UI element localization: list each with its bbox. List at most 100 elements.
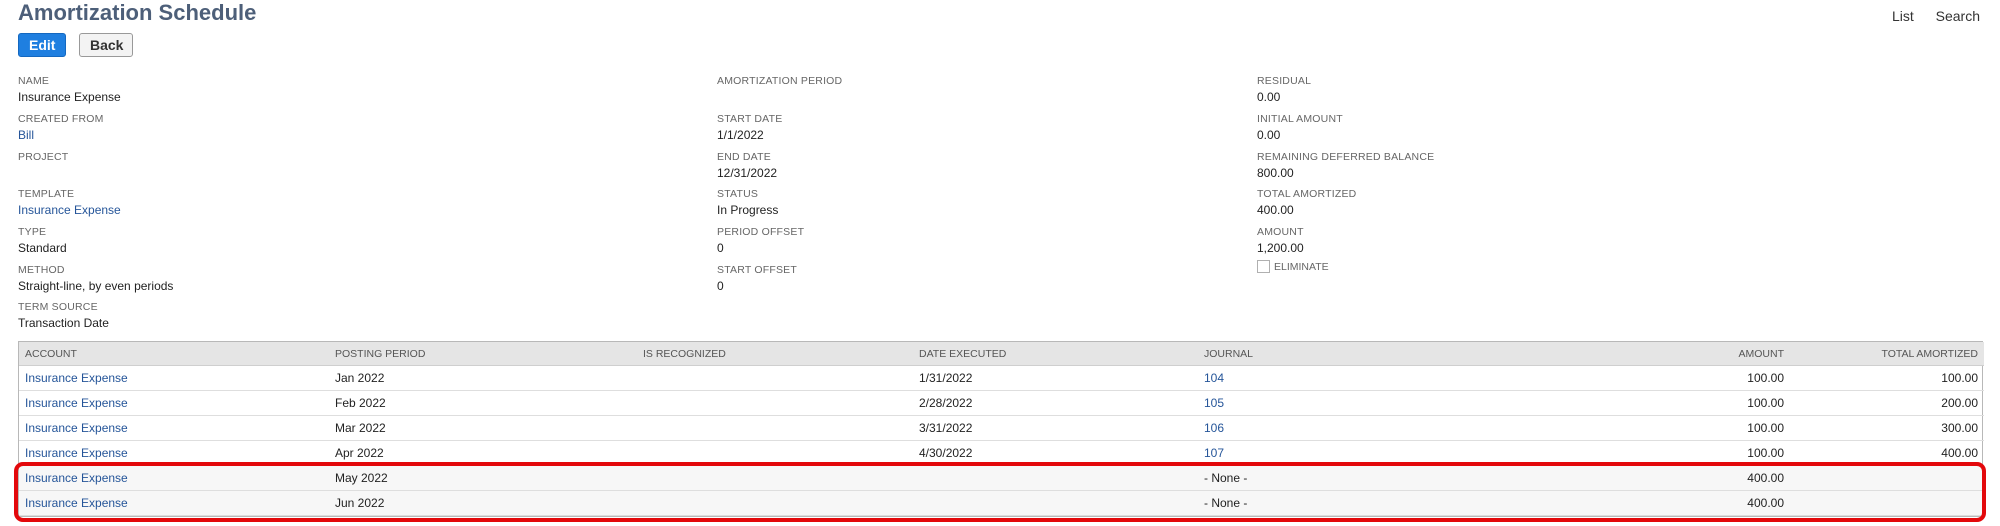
- posting-period-cell: Mar 2022: [329, 415, 637, 441]
- table-row: Insurance Expense May 2022 - None - 400.…: [19, 465, 1984, 491]
- list-link[interactable]: List: [1892, 8, 1914, 24]
- account-link[interactable]: Insurance Expense: [19, 465, 329, 491]
- account-link[interactable]: Insurance Expense: [19, 365, 329, 391]
- field-label: METHOD: [18, 264, 65, 276]
- field-value: 0: [717, 279, 724, 293]
- field-label: START OFFSET: [717, 264, 797, 276]
- account-link[interactable]: Insurance Expense: [19, 390, 329, 416]
- col-header-total-amortized[interactable]: TOTAL AMORTIZED: [1790, 342, 1984, 366]
- eliminate-checkbox[interactable]: [1257, 260, 1270, 273]
- field-label: END DATE: [717, 151, 771, 163]
- amount-cell: 100.00: [1598, 440, 1790, 466]
- col-header-is-recognized[interactable]: IS RECOGNIZED: [637, 342, 913, 366]
- field-label: RESIDUAL: [1257, 75, 1312, 87]
- field-value: 1/1/2022: [717, 128, 764, 142]
- amount-cell: 400.00: [1598, 490, 1790, 516]
- field-label: START DATE: [717, 113, 783, 125]
- field-label: PROJECT: [18, 151, 69, 163]
- total-amortized-cell: 100.00: [1790, 365, 1984, 391]
- journal-cell: - None -: [1198, 465, 1598, 491]
- posting-period-cell: Feb 2022: [329, 390, 637, 416]
- field-start-date: START DATE 1/1/2022: [717, 113, 782, 142]
- amount-cell: 100.00: [1598, 365, 1790, 391]
- field-template: TEMPLATE Insurance Expense: [18, 188, 121, 217]
- field-project: PROJECT: [18, 151, 68, 166]
- account-link[interactable]: Insurance Expense: [19, 490, 329, 516]
- field-label: REMAINING DEFERRED BALANCE: [1257, 151, 1435, 163]
- posting-period-cell: Jan 2022: [329, 365, 637, 391]
- posting-period-cell: Jun 2022: [329, 490, 637, 516]
- eliminate-label: ELIMINATE: [1274, 260, 1329, 273]
- date-executed-cell: [913, 490, 1198, 516]
- field-label: INITIAL AMOUNT: [1257, 113, 1343, 125]
- field-end-date: END DATE 12/31/2022: [717, 151, 777, 180]
- page-title: Amortization Schedule: [18, 0, 257, 25]
- is-recognized-cell: [637, 490, 913, 516]
- total-amortized-cell: 300.00: [1790, 415, 1984, 441]
- journal-link[interactable]: 106: [1198, 415, 1598, 441]
- field-value: 0: [717, 241, 724, 255]
- field-method: METHOD Straight-line, by even periods: [18, 264, 173, 293]
- field-value: Standard: [18, 241, 67, 255]
- col-header-posting-period[interactable]: POSTING PERIOD: [329, 342, 637, 366]
- field-remaining-deferred-balance: REMAINING DEFERRED BALANCE 800.00: [1257, 151, 1434, 180]
- field-value: Insurance Expense: [18, 90, 121, 104]
- field-label: NAME: [18, 75, 50, 87]
- date-executed-cell: 1/31/2022: [913, 365, 1198, 391]
- field-label: TERM SOURCE: [18, 301, 98, 313]
- is-recognized-cell: [637, 465, 913, 491]
- journal-link[interactable]: 107: [1198, 440, 1598, 466]
- field-period-offset: PERIOD OFFSET 0: [717, 226, 804, 255]
- field-label: CREATED FROM: [18, 113, 104, 125]
- amortization-lines-table: ACCOUNT POSTING PERIOD IS RECOGNIZED DAT…: [18, 341, 1984, 517]
- field-status: STATUS In Progress: [717, 188, 778, 217]
- date-executed-cell: 4/30/2022: [913, 440, 1198, 466]
- account-link[interactable]: Insurance Expense: [19, 440, 329, 466]
- field-label: PERIOD OFFSET: [717, 226, 805, 238]
- account-link[interactable]: Insurance Expense: [19, 415, 329, 441]
- field-label: AMORTIZATION PERIOD: [717, 75, 843, 87]
- journal-link[interactable]: 104: [1198, 365, 1598, 391]
- created-from-link[interactable]: Bill: [18, 128, 104, 142]
- field-created-from: CREATED FROM Bill: [18, 113, 104, 142]
- table-row: Insurance Expense Jan 2022 1/31/2022 104…: [19, 365, 1984, 391]
- field-residual: RESIDUAL 0.00: [1257, 75, 1311, 104]
- template-link[interactable]: Insurance Expense: [18, 203, 121, 217]
- journal-cell: - None -: [1198, 490, 1598, 516]
- field-label: TYPE: [18, 226, 47, 238]
- field-label: TOTAL AMORTIZED: [1257, 188, 1357, 200]
- field-value: Transaction Date: [18, 316, 109, 330]
- amount-cell: 400.00: [1598, 465, 1790, 491]
- field-value: 800.00: [1257, 166, 1294, 180]
- date-executed-cell: 3/31/2022: [913, 415, 1198, 441]
- date-executed-cell: 2/28/2022: [913, 390, 1198, 416]
- amount-cell: 100.00: [1598, 415, 1790, 441]
- col-header-date-executed[interactable]: DATE EXECUTED: [913, 342, 1198, 366]
- field-type: TYPE Standard: [18, 226, 67, 255]
- is-recognized-cell: [637, 440, 913, 466]
- table-row: Insurance Expense Feb 2022 2/28/2022 105…: [19, 390, 1984, 416]
- col-header-account[interactable]: ACCOUNT: [19, 342, 329, 366]
- search-link[interactable]: Search: [1936, 8, 1980, 24]
- field-label: TEMPLATE: [18, 188, 75, 200]
- field-value: 1,200.00: [1257, 241, 1304, 255]
- is-recognized-cell: [637, 390, 913, 416]
- field-name: NAME Insurance Expense: [18, 75, 121, 104]
- journal-link[interactable]: 105: [1198, 390, 1598, 416]
- amount-cell: 100.00: [1598, 390, 1790, 416]
- field-label: STATUS: [717, 188, 759, 200]
- col-header-journal[interactable]: JOURNAL: [1198, 342, 1598, 366]
- total-amortized-cell: 400.00: [1790, 440, 1984, 466]
- col-header-amount[interactable]: AMOUNT: [1598, 342, 1790, 366]
- top-links: List Search: [1874, 8, 1980, 24]
- field-amount: AMOUNT 1,200.00: [1257, 226, 1304, 255]
- date-executed-cell: [913, 465, 1198, 491]
- table-row: Insurance Expense Apr 2022 4/30/2022 107…: [19, 440, 1984, 466]
- back-button[interactable]: Back: [79, 33, 133, 57]
- field-value: In Progress: [717, 203, 779, 217]
- field-value: 12/31/2022: [717, 166, 778, 180]
- edit-button[interactable]: Edit: [18, 33, 66, 57]
- total-amortized-cell: [1790, 490, 1984, 516]
- field-value: Straight-line, by even periods: [18, 279, 174, 293]
- field-term-source: TERM SOURCE Transaction Date: [18, 301, 109, 330]
